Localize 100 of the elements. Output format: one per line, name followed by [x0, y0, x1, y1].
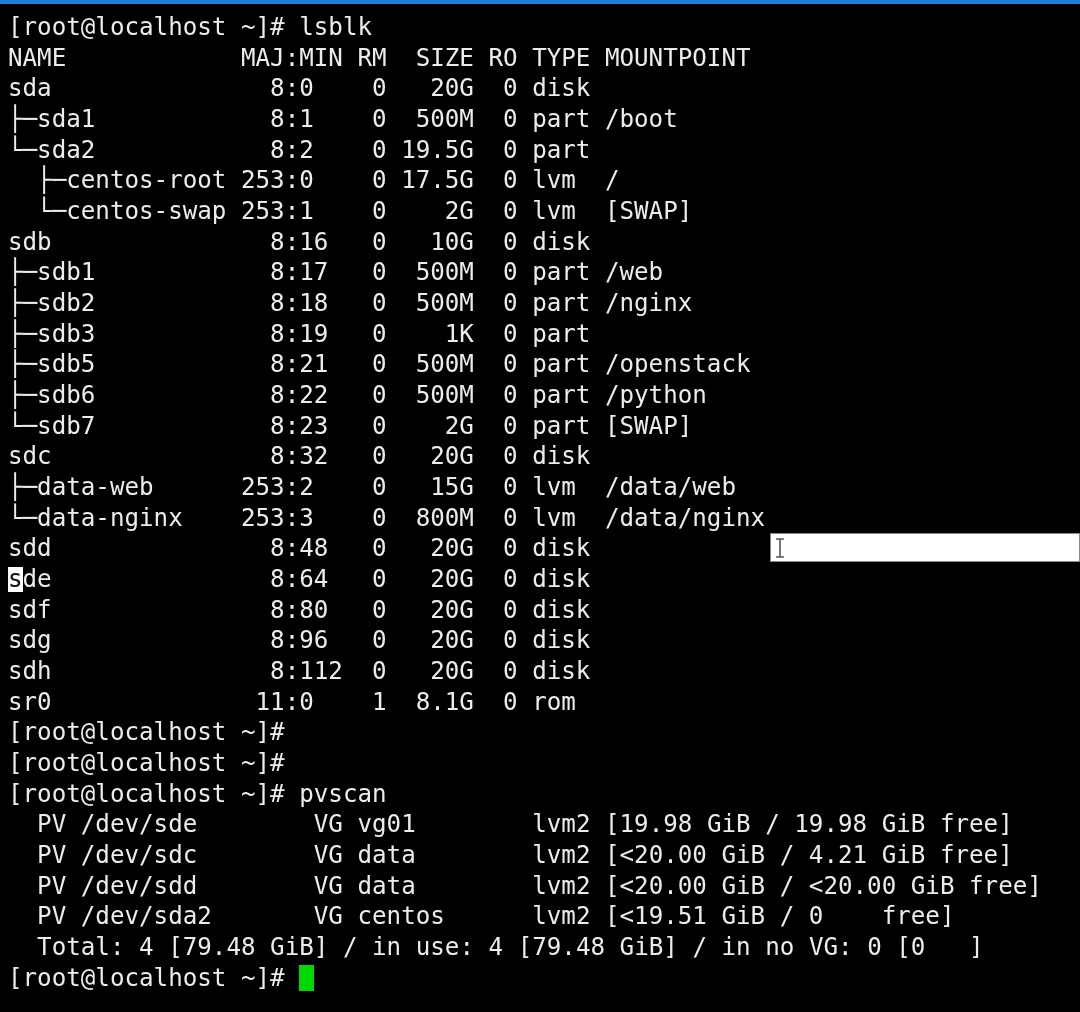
table-cell-text: 0: [371, 196, 387, 227]
table-cell-text: 0: [502, 257, 518, 289]
table-cell-text: 0: [371, 73, 387, 104]
table-cell: part: [532, 349, 591, 381]
device-name: ├─data-web: [8, 472, 154, 503]
table-cell: /data/nginx: [604, 502, 766, 534]
table-cell-text: 0: [502, 73, 518, 104]
device-name: ├─sdb2: [8, 288, 96, 319]
prompt-line: [root@localhost ~]# pvscan: [8, 778, 387, 810]
table-cell-text: 0: [371, 104, 387, 135]
table-cell-text: 500M: [414, 104, 474, 135]
summary-line: Total: 4 [79.48 GiB] / in use: 4 [79.48 GiB] / in no VG: 0 [0 ]: [37, 932, 984, 963]
device-name: ├─sdb1: [8, 257, 96, 288]
table-cell-text: 0: [371, 472, 387, 503]
table-cell-text: VG vg01: [313, 809, 417, 841]
column-header: RO: [487, 42, 518, 74]
table-cell: part: [532, 257, 591, 289]
table-cell: [SWAP]: [604, 196, 693, 227]
table-cell: part: [532, 410, 591, 442]
table-cell: disk: [532, 625, 591, 657]
table-cell: disk: [532, 73, 591, 104]
table-cell-text: 0: [502, 533, 518, 565]
table-cell-text: 0: [371, 533, 387, 565]
table-cell-text: 0: [371, 318, 387, 350]
column-header: MAJ:MIN: [241, 42, 343, 74]
prompt-line: [root@localhost ~]#: [8, 748, 285, 779]
table-cell: part: [532, 380, 591, 411]
table-cell: /boot: [604, 104, 678, 135]
table-cell-text: 0: [502, 441, 518, 473]
device-name: sda: [8, 73, 52, 104]
table-cell-text: 8:112: [269, 656, 343, 687]
table-cell-text: lvm2: [532, 809, 592, 841]
column-header: NAME: [8, 42, 68, 74]
table-cell: [SWAP]: [604, 410, 693, 442]
table-cell-text: lvm: [532, 196, 577, 227]
table-cell-text: 253:3: [241, 502, 315, 534]
table-cell: part: [532, 318, 591, 350]
table-cell-text: VG data: [313, 870, 417, 902]
table-cell-text: 11:0: [254, 686, 315, 718]
column-header: RM: [356, 42, 387, 74]
table-cell-text: 8:96: [269, 625, 330, 657]
table-cell-text: 0: [502, 196, 518, 227]
table-cell: /python: [604, 380, 707, 411]
device-name: └─centos-swap: [36, 196, 227, 227]
table-cell-text: 0: [371, 564, 387, 595]
table-cell-text: 500M: [414, 257, 474, 289]
table-cell-text: 0: [502, 104, 518, 135]
table-cell-text: 500M: [414, 349, 474, 381]
table-cell-text: 8:0: [269, 73, 315, 104]
table-cell-text: 0: [371, 625, 387, 657]
table-cell-text: 0: [371, 165, 387, 197]
table-cell-text: 8:48: [269, 533, 330, 565]
table-cell-text: 500M: [414, 288, 474, 319]
device-name: └─sdb7: [8, 410, 96, 442]
table-cell-text: PV /dev/sde: [37, 809, 199, 841]
table-cell-text: 8:21: [269, 349, 330, 381]
table-cell-text: 10G: [429, 226, 474, 258]
table-cell-text: 0: [371, 380, 387, 411]
table-cell-text: 253:2: [241, 472, 315, 503]
table-cell: /nginx: [604, 288, 693, 319]
table-cell-text: 0: [371, 410, 387, 442]
table-cell: disk: [532, 226, 591, 258]
table-cell-text: 253:0: [241, 165, 315, 197]
table-cell-text: 20G: [429, 441, 474, 473]
table-cell-text: 0: [502, 165, 518, 197]
i-beam-cursor-icon: [775, 537, 785, 558]
table-cell: disk: [532, 656, 591, 687]
table-cell-text: 17.5G: [400, 165, 474, 197]
table-cell: /openstack: [604, 349, 751, 381]
table-cell-text: 2G: [443, 196, 474, 227]
table-cell-text: 0: [502, 226, 518, 258]
table-cell-text: lvm2: [532, 901, 592, 933]
table-cell-text: 500M: [414, 380, 474, 411]
table-cell-text: PV /dev/sda2: [37, 901, 213, 933]
table-cell-text: 8:18: [269, 288, 330, 319]
table-cell-text: 0: [502, 564, 518, 595]
table-cell-text: 8:1: [269, 104, 315, 135]
table-cell-text: 8:2: [269, 134, 315, 166]
table-cell-text: 20G: [429, 594, 474, 626]
device-name: sdf: [8, 594, 52, 626]
table-cell: /: [604, 165, 620, 197]
table-cell-text: 8:17: [269, 257, 330, 289]
table-cell-text: rom: [532, 686, 577, 718]
table-cell: [19.98 GiB / 19.98 GiB free]: [605, 809, 1013, 841]
table-cell-text: 0: [502, 625, 518, 657]
table-cell: disk: [532, 533, 591, 565]
table-cell-text: lvm: [532, 472, 577, 503]
table-cell-text: PV /dev/sdd: [37, 870, 199, 902]
table-cell-text: 20G: [429, 625, 474, 657]
device-name: sdg: [8, 625, 52, 657]
table-cell: disk: [532, 441, 591, 473]
table-cell-text: lvm: [532, 502, 577, 534]
table-cell-text: 0: [371, 257, 387, 289]
device-name: sr0: [8, 686, 52, 718]
table-cell-text: VG centos: [313, 901, 446, 933]
table-cell-text: 8:22: [269, 380, 330, 411]
prompt-line: [root@localhost ~]#: [8, 717, 285, 749]
device-name: sdc: [8, 441, 52, 472]
table-cell-text: 0: [502, 318, 518, 350]
table-cell-text: 8:19: [269, 318, 330, 350]
